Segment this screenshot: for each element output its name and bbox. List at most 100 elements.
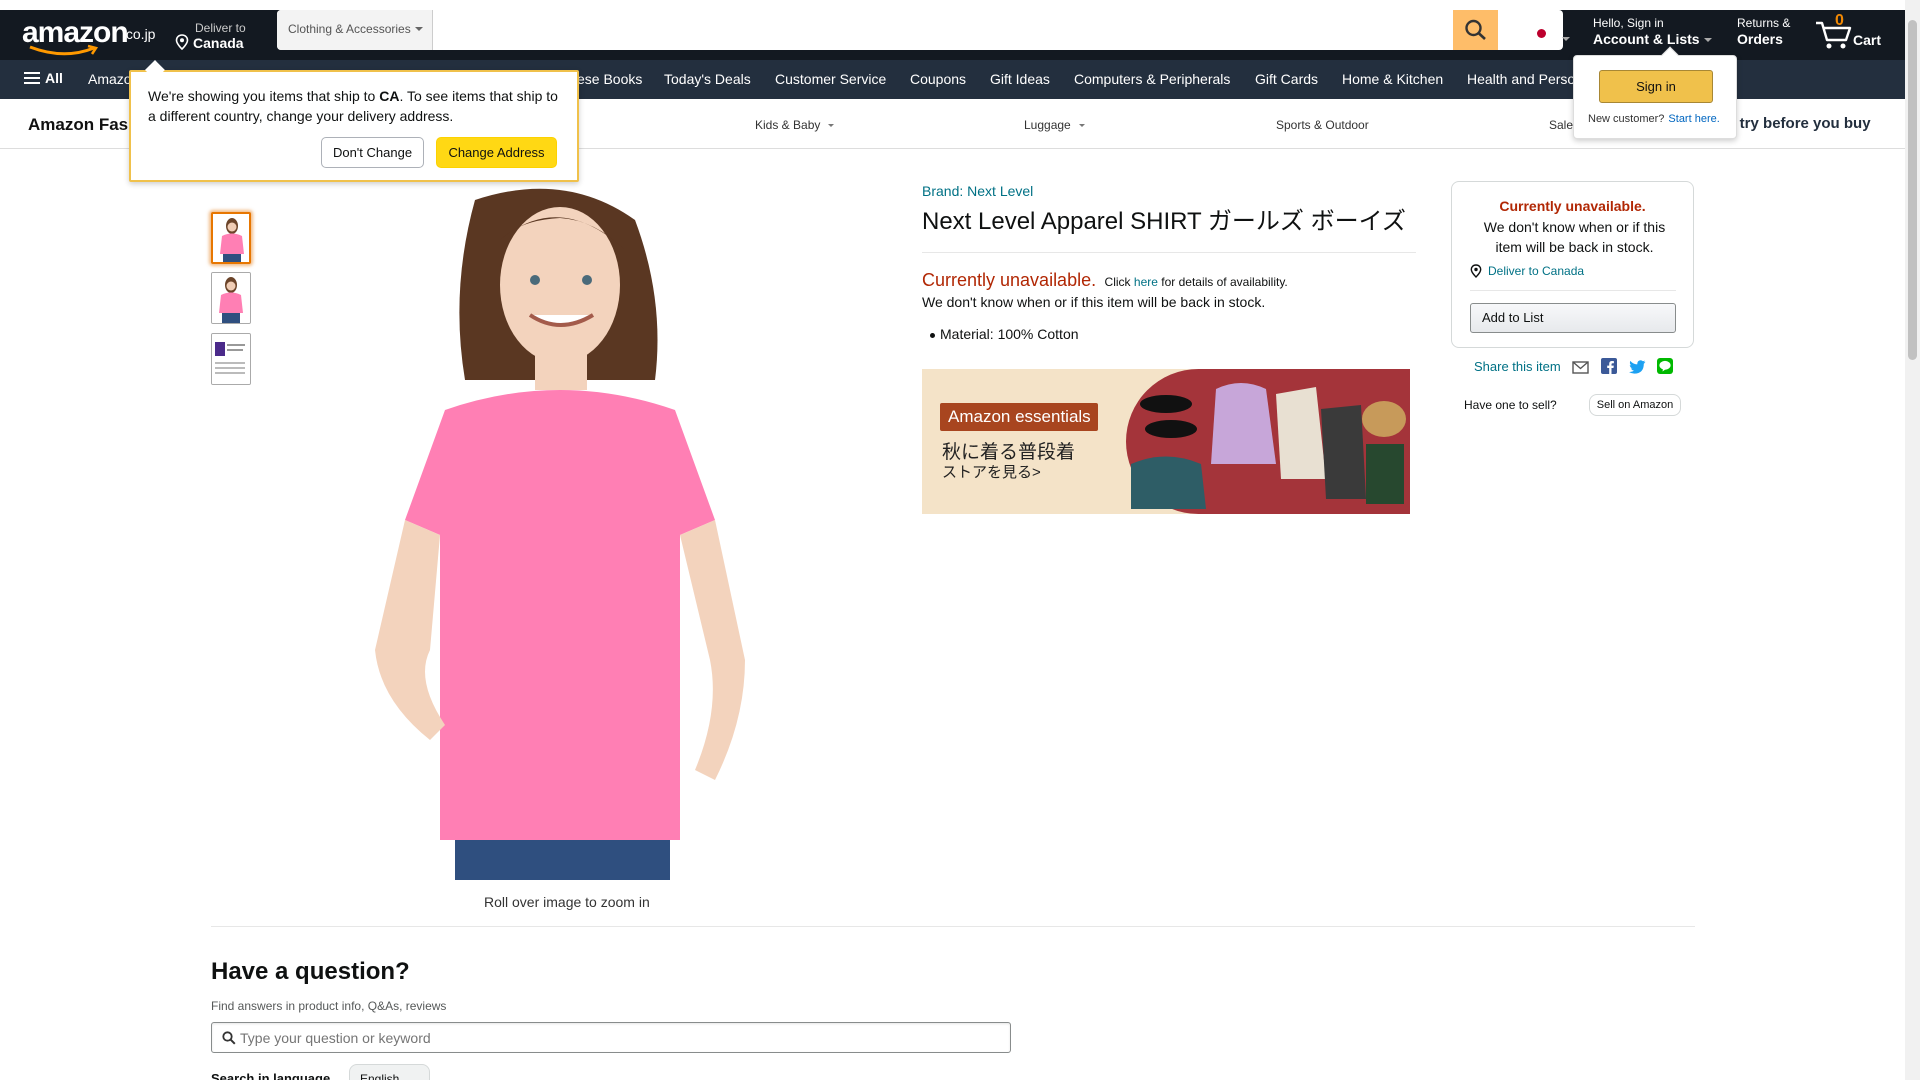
email-icon[interactable] <box>1572 361 1590 374</box>
facebook-icon[interactable] <box>1600 358 1617 374</box>
thumbnail-2[interactable] <box>211 272 251 324</box>
banner-headline: 秋に着る普段着 <box>942 442 1076 463</box>
message-text: We're showing you items that ship to <box>148 88 380 104</box>
have-one-to-sell: Have one to sell? <box>1464 398 1557 412</box>
store-title[interactable]: Amazon Fas <box>28 115 128 135</box>
banner-cta: ストアを見る> <box>942 464 1041 481</box>
main-product-image[interactable] <box>335 180 795 880</box>
subnav-luggage[interactable]: Luggage <box>1024 118 1085 132</box>
thumbnail-image <box>212 273 250 323</box>
question-search-box <box>211 1022 1011 1053</box>
sign-in-button[interactable]: Sign in <box>1599 70 1713 103</box>
nav-item-computers[interactable]: Computers & Peripherals <box>1074 71 1230 87</box>
message-country: CA <box>379 88 400 104</box>
search-category-select[interactable]: Clothing & Accessories <box>277 10 433 50</box>
subnav-sports-outdoor[interactable]: Sports & Outdoor <box>1276 118 1369 132</box>
location-pin-icon <box>175 34 189 50</box>
search-icon <box>1465 19 1486 40</box>
share-label[interactable]: Share this item <box>1474 359 1561 374</box>
subnav-kids-baby[interactable]: Kids & Baby <box>755 118 835 132</box>
cart-icon <box>1816 21 1852 49</box>
deliver-to-link[interactable]: Deliver to Canada <box>1470 264 1584 278</box>
top-header: amazon .co.jp Deliver to Canada Clothing… <box>0 10 1905 60</box>
chevron-down-icon <box>415 27 423 31</box>
question-input[interactable] <box>240 1023 1000 1052</box>
deliver-country: Canada <box>193 35 244 51</box>
deliver-to[interactable]: Deliver to Canada <box>175 16 265 54</box>
cart[interactable]: 0 Cart <box>1815 12 1890 56</box>
vertical-scrollbar[interactable] <box>1905 0 1920 1080</box>
chevron-down-icon <box>1703 38 1712 43</box>
dont-change-button[interactable]: Don't Change <box>321 137 424 168</box>
thumbnail-3[interactable] <box>211 333 251 385</box>
feature-bullet: Material: 100% Cotton <box>930 326 1079 342</box>
nav-item-gift-cards[interactable]: Gift Cards <box>1255 71 1318 87</box>
subnav-label: Sports & Outdoor <box>1276 118 1369 132</box>
product-title: Next Level Apparel SHIRT ガールズ ボーイズ <box>922 208 1406 235</box>
language-value: English <box>360 1072 400 1080</box>
location-message: We're showing you items that ship to CA.… <box>148 86 568 126</box>
try-before-you-buy-promo[interactable]: ne try before you buy <box>1718 115 1871 132</box>
search-bar: Clothing & Accessories <box>277 10 1563 50</box>
orders-label: Orders <box>1737 31 1783 47</box>
qa-subtext: Find answers in product info, Q&As, revi… <box>211 999 447 1013</box>
nav-item-health[interactable]: Health and Perso <box>1467 71 1575 87</box>
buy-box: Currently unavailable. We don't know whe… <box>1451 181 1694 348</box>
availability-here-link[interactable]: here <box>1134 275 1158 289</box>
search-input[interactable] <box>433 10 1509 50</box>
thumbnail-image <box>213 214 249 262</box>
chevron-down-icon <box>828 124 835 127</box>
twitter-icon[interactable] <box>1628 360 1646 374</box>
click-text: Click <box>1104 275 1131 289</box>
brand-link[interactable]: Brand: Next Level <box>922 183 1033 199</box>
buybox-description: We don't know when or if this item will … <box>1483 219 1666 255</box>
new-customer-label: New customer? <box>1588 113 1665 125</box>
account-label: Account & Lists <box>1593 31 1700 47</box>
search-category-value: Clothing & Accessories <box>288 22 411 36</box>
buybox-unavailable: Currently unavailable. <box>1499 198 1646 214</box>
subnav-label: Kids & Baby <box>755 118 821 132</box>
cart-label: Cart <box>1853 32 1882 48</box>
account-lists[interactable]: Hello, Sign in Account & Lists <box>1593 16 1723 54</box>
chevron-down-icon <box>1562 37 1570 41</box>
nav-item-home-kitchen[interactable]: Home & Kitchen <box>1342 71 1443 87</box>
search-language-label: Search in language <box>211 1071 331 1080</box>
returns-orders[interactable]: Returns & Orders <box>1737 16 1807 54</box>
hamburger-icon <box>24 72 40 84</box>
nav-item-gift-ideas[interactable]: Gift Ideas <box>990 71 1050 87</box>
deliver-label: Deliver to <box>195 21 246 35</box>
start-here-link[interactable]: Start here. <box>1668 113 1719 125</box>
nav-item-coupons[interactable]: Coupons <box>910 71 966 87</box>
scrollbar-thumb[interactable] <box>1908 20 1917 360</box>
all-menu-button[interactable]: All <box>24 70 63 86</box>
thumbnail-1[interactable] <box>211 212 251 264</box>
chevron-down-icon <box>1078 124 1085 127</box>
divider <box>1470 290 1676 291</box>
language-flag-selector[interactable] <box>1531 26 1573 46</box>
search-button[interactable] <box>1453 10 1498 50</box>
add-to-list-button[interactable]: Add to List <box>1470 303 1676 333</box>
location-pin-icon <box>1470 264 1482 278</box>
subnav-label: Luggage <box>1024 118 1071 132</box>
restock-message: We don't know when or if this item will … <box>922 294 1266 310</box>
qa-heading: Have a question? <box>211 958 410 985</box>
language-select[interactable]: English <box>349 1064 430 1080</box>
amazon-essentials-banner[interactable]: Amazon essentials 秋に着る普段着 ストアを見る> <box>922 369 1410 514</box>
rollover-zoom-hint: Roll over image to zoom in <box>484 894 650 910</box>
line-messenger-icon[interactable] <box>1657 358 1674 374</box>
nav-item-books[interactable]: ese Books <box>577 71 642 87</box>
all-label: All <box>45 70 63 86</box>
clothes-collage <box>1131 383 1406 509</box>
amazon-logo[interactable]: amazon .co.jp <box>22 14 157 56</box>
banner-image <box>1126 369 1410 514</box>
sell-on-amazon-button[interactable]: Sell on Amazon <box>1589 394 1681 416</box>
change-address-button[interactable]: Change Address <box>436 137 557 168</box>
new-customer-text: New customer? Start here. <box>1588 113 1720 125</box>
signin-flyout: Sign in New customer? Start here. <box>1573 46 1737 139</box>
subnav-sale[interactable]: Sale <box>1549 118 1573 132</box>
nav-item-todays-deals[interactable]: Today's Deals <box>664 71 751 87</box>
divider <box>922 252 1416 253</box>
nav-item-customer-service[interactable]: Customer Service <box>775 71 886 87</box>
subnav-label: Sale <box>1549 118 1574 132</box>
unavailable-text: Currently unavailable. <box>922 270 1097 290</box>
